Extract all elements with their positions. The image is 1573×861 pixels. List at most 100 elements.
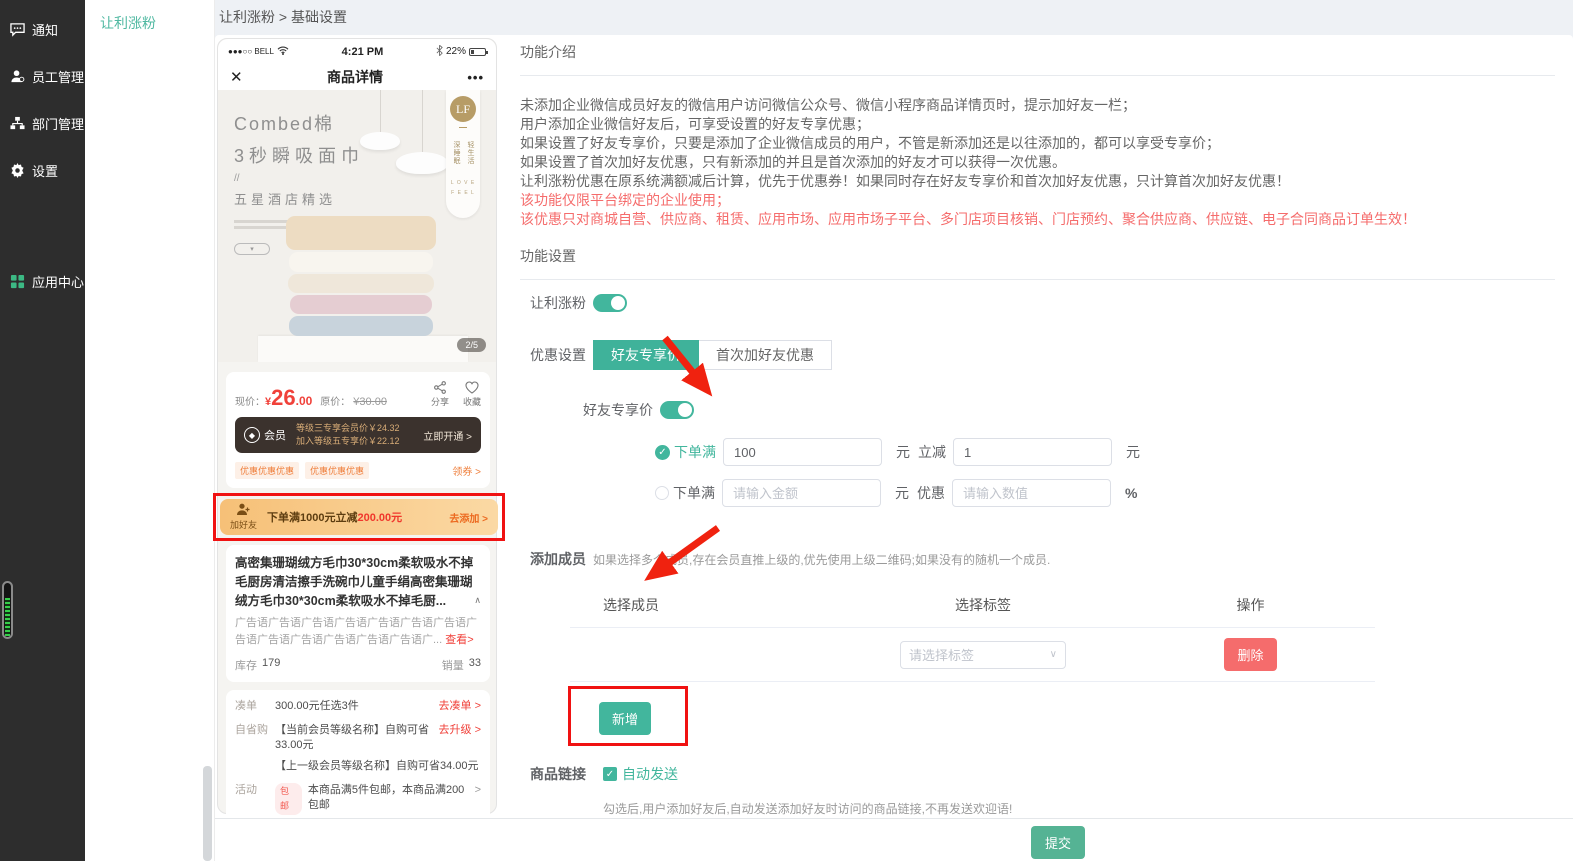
stock-label: 库存 [235,657,257,673]
headline-line1: Combed棉 [234,110,364,136]
product-image: Combed棉 3秒瞬吸面巾 // 五星酒店精选 ▾ LF 深睡眠 轻生活 [218,90,496,362]
coupon-row: 优惠优惠优惠 优惠优惠优惠 领券 > [235,462,481,479]
column-select-member: 选择成员 [570,595,840,615]
phone-page-title: 商品详情 [243,67,468,87]
view-more-link[interactable]: 查看> [445,634,473,646]
rule2-value-input[interactable] [952,479,1111,507]
intro-warning-line: 该优惠只对商城自营、供应商、租赁、应用市场、应用市场子平台、多门店项目核销、门店… [520,210,1555,229]
original-price-label: 原价： [320,393,350,408]
sidebar-item-settings[interactable]: 设置 [0,147,85,194]
original-price: ¥30.00 [353,396,387,408]
sales-label: 销量 [442,657,464,673]
sidebar-item-app-center[interactable]: 应用中心 [0,258,85,305]
battery-percent: 22% [446,46,466,57]
rule1-amount-input[interactable] [723,438,882,466]
submenu-item-rangli[interactable]: 让利涨粉 [85,0,214,33]
phone-status-bar: ●●●○○ BELL 4:21 PM 22% [218,39,496,64]
auto-send-checkbox[interactable]: ✓ [603,767,617,781]
price-card: 现价： ¥26.00 原价： ¥30.00 分享 收藏 [226,372,490,488]
get-coupon-link[interactable]: 领券 > [452,463,481,478]
app-window: 通知 员工管理 部门管理 设置 应用中心 [0,0,1573,861]
intro-line: 如果设置了好友专享价，只要是添加了企业微信成员的用户，不管是新添加还是以往添加的… [520,134,1555,153]
carrier-signal: ●●●○○ BELL [228,47,274,56]
goods-link-label: 商品链接 [520,764,586,784]
tab-first-add-friend[interactable]: 首次加好友优惠 [699,340,832,370]
stock-value: 179 [262,657,280,673]
main-sidebar: 通知 员工管理 部门管理 设置 应用中心 [0,0,85,861]
phone-nav-bar: ✕ 商品详情 ••• [218,64,496,90]
tag-select-placeholder: 请选择标签 [909,645,974,664]
member-open-link[interactable]: 立即开通 > [423,428,472,443]
main-toggle[interactable] [593,294,627,312]
member-banner[interactable]: ◆ 会员 等级三专享会员价￥24.32 加入等级五专享价￥22.12 立即开通 … [235,417,481,453]
column-select-tag: 选择标签 [955,595,1011,615]
rule2-amount-input[interactable] [722,479,881,507]
coupon-tag: 优惠优惠优惠 [305,462,369,479]
breadcrumb: 让利涨粉 > 基础设置 [215,0,1573,35]
coudan-text: 300.00元任选3件 [275,699,433,714]
battery-icon [469,48,486,56]
add-members-hint: 如果选择多个成员,存在会员直推上级的,优先使用上级二维码;如果没有的随机一个成员… [593,551,1050,568]
sales-value: 33 [469,657,481,673]
rule1-condition-label: 下单满 [674,442,716,462]
scrollbar-thumb[interactable] [203,766,212,861]
sidebar-item-label: 应用中心 [32,272,84,291]
sidebar-item-employees[interactable]: 员工管理 [0,53,85,100]
go-add-link[interactable]: 去添加 > [449,510,488,525]
sidebar-item-departments[interactable]: 部门管理 [0,100,85,147]
members-table: 选择成员 选择标签 操作 请选择标签 ∨ [570,585,1375,682]
chevron-right-icon[interactable]: > [475,783,481,815]
brand-logo: LF [450,96,476,122]
upgrade-link[interactable]: 去升级 > [439,723,481,753]
intro-warning-line: 该功能仅限平台绑定的企业使用； [520,191,1555,210]
settings-icon [10,163,25,178]
rule2-unit2: % [1125,485,1137,501]
close-icon[interactable]: ✕ [230,68,243,86]
share-button[interactable]: 分享 [431,381,449,408]
radio-rule2-unchecked[interactable] [655,486,669,500]
counter-decor [258,336,468,362]
add-friend-amount: 200.00元 [358,512,403,524]
headline-slash: // [234,173,364,184]
coudan-label: 凑单 [235,699,275,714]
settings-section-title: 功能设置 [520,246,1555,280]
tag-select[interactable]: 请选择标签 ∨ [900,641,1066,669]
sidebar-item-label: 通知 [32,20,58,39]
intro-line: 未添加企业微信成员好友的微信用户访问微信公众号、微信小程序商品详情页时，提示加好… [520,96,1555,115]
favorite-button[interactable]: 收藏 [463,381,481,408]
auto-send-label: 自动发送 [622,764,678,784]
content-card: ●●●○○ BELL 4:21 PM 22% [215,35,1573,818]
self-buy-line1: 【当前会员等级名称】自购可省33.00元 [275,723,433,753]
member-price-line2: 加入等级五专享价￥22.12 [296,435,423,448]
headline-line3: 五星酒店精选 [234,189,364,208]
sidebar-item-notifications[interactable]: 通知 [0,6,85,53]
add-members-label: 添加成员 [520,549,586,569]
sub-sidebar: 让利涨粉 [85,0,215,861]
add-friend-icon: 加好友 [230,503,257,531]
add-member-button[interactable]: 新增 [599,702,651,735]
intro-section-title: 功能介绍 [520,42,1555,76]
activity-tag: 包邮 [275,783,302,815]
radio-rule1-checked[interactable]: ✓ [655,445,670,460]
friend-price-toggle[interactable] [660,401,694,419]
collapse-icon[interactable]: ∧ [474,591,481,610]
employee-icon [10,69,25,84]
friend-price-label: 好友专享价 [583,400,653,420]
rule1-unit1: 元 [896,442,910,462]
sidebar-item-label: 设置 [32,161,58,180]
intro-line: 让利涨粉优惠在原系统满额减后计算，优先于优惠券！如果同时存在好友专享价和首次加好… [520,172,1555,191]
wifi-icon [277,46,289,58]
rule1-value-input[interactable] [953,438,1112,466]
more-icon[interactable]: ••• [467,70,484,85]
delete-button[interactable]: 删除 [1224,638,1276,671]
main-area: 让利涨粉 > 基础设置 ●●●○○ BELL 4:21 PM [215,0,1573,861]
promo-card: 凑单 300.00元任选3件 去凑单 > 自省购 【当前会员等级名称】自购可省3… [226,690,490,837]
go-coudan-link[interactable]: 去凑单 > [439,699,481,714]
tab-friend-price[interactable]: 好友专享价 [593,340,699,370]
add-friend-bar[interactable]: 加好友 下单满1000元立减200.00元 去添加 > [220,499,498,535]
rule2-action-label: 优惠 [917,483,945,503]
main-toggle-label: 让利涨粉 [520,293,586,313]
image-counter: 2/5 [457,338,486,352]
submit-button[interactable]: 提交 [1031,826,1085,859]
brand-badge: LF 深睡眠 轻生活 L O V E F E E L [446,90,480,218]
